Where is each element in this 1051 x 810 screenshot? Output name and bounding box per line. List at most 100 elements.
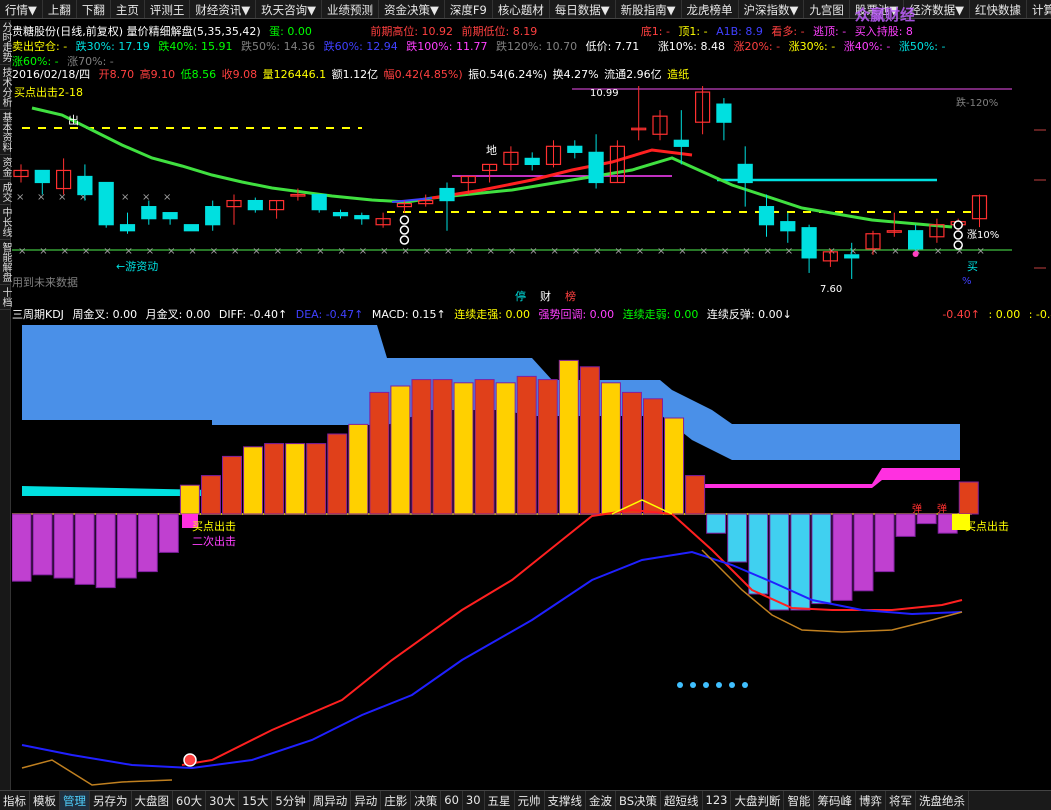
bottom-tab-16[interactable]: 元帅	[515, 791, 545, 810]
x-marker: ×	[167, 246, 175, 257]
column-negative	[874, 513, 895, 573]
bottom-tab-26[interactable]: 将军	[886, 791, 916, 810]
signal-circle	[953, 220, 963, 230]
bottom-tab-3[interactable]: 另存为	[90, 791, 132, 810]
bottom-tab-bar: 指标 模板 管理 另存为 大盘图 60大 30大 15大 5分钟 周异动 异动 庄影 决策 60 30 五星元…	[0, 790, 1051, 810]
candle-down	[354, 215, 370, 220]
menu-item-5[interactable]: 财经资讯▼	[190, 0, 257, 18]
bottom-tab-11[interactable]: 庄影	[381, 791, 412, 810]
column-positive	[495, 382, 516, 515]
signal-circle	[399, 225, 410, 235]
bottom-tab-23[interactable]: 智能	[784, 791, 815, 810]
exit-label: 出	[68, 113, 79, 127]
bottom-tab-17[interactable]: 支撑线	[545, 791, 587, 810]
candle-down	[844, 254, 860, 259]
column-positive	[222, 455, 242, 515]
candle-down	[77, 175, 93, 196]
column-negative	[853, 513, 874, 592]
bottom-tab-2[interactable]: 管理	[60, 791, 90, 810]
column-positive	[179, 484, 200, 515]
stop-badge: 停	[515, 289, 526, 302]
sidebar-tab-6[interactable]: 智能解盘	[0, 240, 11, 285]
bottom-tab-21[interactable]: 123	[703, 791, 732, 810]
menu-item-0[interactable]: 行情▼	[0, 0, 43, 18]
buy-signal-label: 买点出击2-18	[14, 85, 83, 99]
menu-item-10[interactable]: 核心题材	[493, 0, 550, 18]
column-positive	[264, 443, 285, 515]
x-marker: ×	[465, 246, 473, 257]
column-negative	[811, 513, 832, 605]
bottom-tab-24[interactable]: 筹码峰	[814, 791, 856, 810]
sidebar-tab-2[interactable]: 基本资料	[0, 110, 11, 155]
menu-item-6[interactable]: 玖天咨询▼	[256, 0, 323, 18]
x-marker: ×	[572, 246, 580, 257]
candle-down	[34, 169, 50, 184]
bottom-tab-19[interactable]: BS决策	[616, 791, 662, 810]
menu-item-19[interactable]: 计算	[1027, 0, 1051, 18]
bottom-tab-20[interactable]: 超短线	[661, 791, 703, 810]
column-negative	[769, 513, 790, 611]
sidebar-tab-3[interactable]: 资金	[0, 155, 11, 180]
menu-item-7[interactable]: 业绩预测	[322, 0, 380, 18]
column-negative	[32, 513, 53, 576]
candle-down	[98, 181, 114, 226]
menu-item-13[interactable]: 龙虎榜单	[682, 0, 739, 18]
menu-item-14[interactable]: 沪深指数▼	[739, 0, 805, 18]
candle-down	[801, 227, 817, 259]
bottom-tab-5[interactable]: 60大	[173, 791, 207, 810]
bottom-tab-15[interactable]: 五星	[485, 791, 515, 810]
x-marker: ×	[103, 246, 111, 257]
buy-signal-1: 买点出击	[192, 519, 236, 533]
bottom-tab-14[interactable]: 30	[463, 791, 485, 810]
bottom-tab-10[interactable]: 异动	[351, 791, 382, 810]
signal-circle	[953, 230, 963, 240]
column-negative	[706, 513, 727, 534]
menu-item-9[interactable]: 深度F9	[445, 0, 493, 18]
menu-item-18[interactable]: 红快数據	[970, 0, 1028, 18]
bottom-tab-22[interactable]: 大盘判断	[731, 791, 785, 810]
menu-item-4[interactable]: 评测王	[145, 0, 191, 18]
sidebar-tab-7[interactable]: 十档	[0, 285, 11, 310]
indicator-chart: 买点出击二次出击买点出击弹弹2015年1012	[12, 325, 1009, 800]
rank-badge: 榜	[565, 289, 576, 302]
bottom-tab-7[interactable]: 15大	[239, 791, 273, 810]
magenta-stripe	[702, 468, 960, 488]
cyan-dot	[742, 682, 748, 688]
menu-item-8[interactable]: 资金决策▼	[379, 0, 445, 18]
column-positive	[411, 379, 432, 515]
menu-item-1[interactable]: 上翻	[43, 0, 77, 18]
x-marker: ×	[444, 246, 452, 257]
column-positive	[600, 382, 621, 515]
column-positive	[390, 385, 411, 515]
menu-item-15[interactable]: 九宫图	[804, 0, 850, 18]
x-marker: ×	[657, 246, 665, 257]
bottom-tab-1[interactable]: 模板	[30, 791, 60, 810]
menu-item-12[interactable]: 新股指南▼	[616, 0, 682, 18]
bottom-tab-4[interactable]: 大盘图	[132, 791, 173, 810]
bottom-tab-8[interactable]: 5分钟	[272, 791, 310, 810]
sidebar-tab-0[interactable]: 分时走势	[0, 20, 11, 65]
sidebar-tab-4[interactable]: 成交	[0, 180, 11, 205]
column-negative	[895, 513, 916, 537]
bottom-tab-25[interactable]: 博弈	[856, 791, 886, 810]
bottom-tab-27[interactable]: 洗盘绝杀	[916, 791, 969, 810]
candle-down	[247, 199, 263, 211]
bottom-tab-9[interactable]: 周异动	[310, 791, 352, 810]
x-marker: ×	[61, 246, 69, 257]
x-marker: ×	[891, 246, 899, 257]
bottom-tab-13[interactable]: 60	[441, 791, 463, 810]
bottom-tab-18[interactable]: 金波	[586, 791, 617, 810]
sidebar-tab-5[interactable]: 中长线	[0, 205, 11, 240]
menu-item-11[interactable]: 每日数据▼	[550, 0, 616, 18]
menu-item-3[interactable]: 主页	[111, 0, 145, 18]
bottom-tab-12[interactable]: 决策	[411, 791, 442, 810]
cyan-dot	[690, 682, 696, 688]
bottom-tab-6[interactable]: 30大	[206, 791, 240, 810]
bottom-tab-0[interactable]: 指标	[0, 791, 30, 810]
sidebar-tab-1[interactable]: 技术分析	[0, 65, 11, 110]
candle-down	[141, 206, 157, 220]
column-positive	[306, 443, 327, 515]
x-marker: ×	[274, 246, 282, 257]
column-positive	[432, 379, 453, 515]
menu-item-2[interactable]: 下翻	[77, 0, 111, 18]
